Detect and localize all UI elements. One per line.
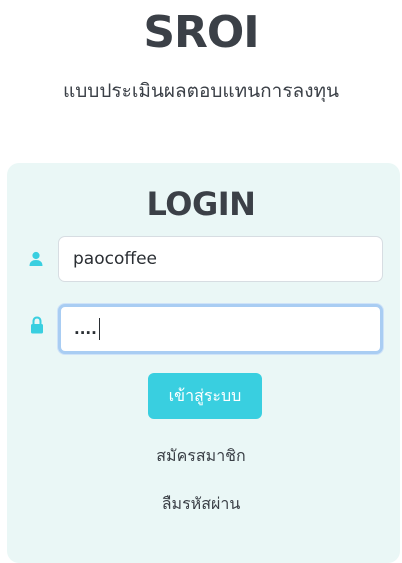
forgot-password-link[interactable]: ลืมรหัสผ่าน: [0, 492, 402, 517]
username-value: paocoffee: [73, 249, 157, 269]
username-input[interactable]: paocoffee: [58, 236, 383, 282]
login-button[interactable]: เข้าสู่ระบบ: [148, 373, 262, 419]
app-subtitle: แบบประเมินผลตอบแทนการลงทุน: [62, 80, 339, 102]
password-input[interactable]: ....: [58, 304, 383, 354]
password-masked-value: ....: [74, 320, 97, 338]
register-link[interactable]: สมัครสมาชิก: [0, 444, 402, 469]
text-caret: [98, 318, 101, 340]
app-title: SROI: [143, 7, 259, 58]
login-heading: LOGIN: [146, 185, 256, 223]
user-icon: [28, 251, 44, 269]
lock-icon: [30, 316, 46, 334]
